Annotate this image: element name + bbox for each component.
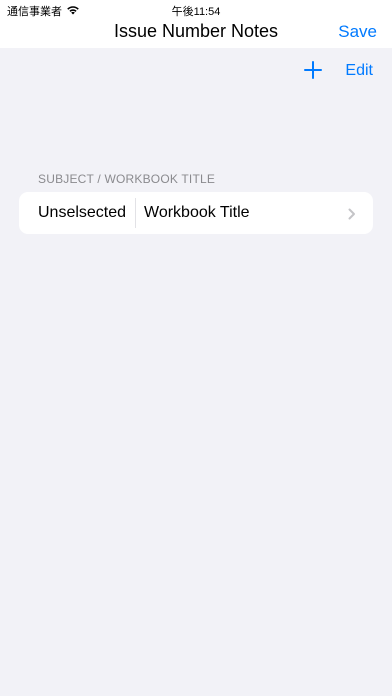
cell-divider: [135, 198, 136, 228]
chevron-right-icon: [348, 207, 356, 220]
toolbar: Edit: [0, 56, 392, 86]
status-time: 午後11:54: [171, 6, 221, 18]
list-item[interactable]: Unselsected Workbook Title: [19, 192, 373, 234]
subject-label: Unselsected: [38, 204, 127, 221]
workbook-title-label: Workbook Title: [144, 204, 250, 221]
status-bar: 通信事業者 午後11:54: [0, 0, 392, 20]
navigation-bar: Issue Number Notes Save: [0, 20, 392, 48]
section-header: SUBJECT / WORKBOOK TITLE: [38, 172, 216, 186]
plus-icon[interactable]: [303, 60, 323, 80]
page-title: Issue Number Notes: [113, 21, 279, 41]
save-button[interactable]: Save: [338, 22, 377, 42]
edit-button[interactable]: Edit: [345, 62, 373, 80]
